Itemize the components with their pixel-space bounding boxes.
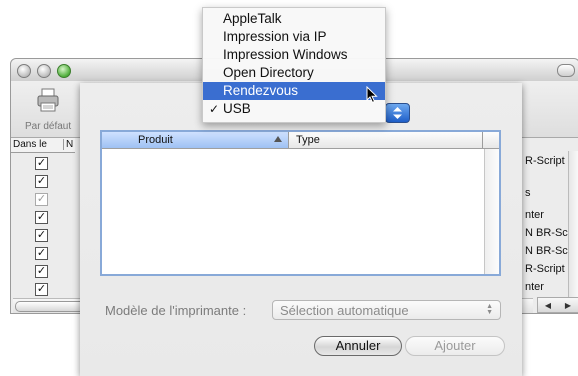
scroll-right-icon[interactable]: ▶ <box>565 301 571 310</box>
printer-icon[interactable] <box>35 87 61 113</box>
menu-item-label: AppleTalk <box>223 11 282 26</box>
in-menu-checkbox[interactable]: ✓ <box>35 229 48 242</box>
default-printer-label: Par défaut <box>25 121 72 132</box>
scroll-arrows[interactable]: ◀ ▶ <box>537 297 578 313</box>
menu-item-label: Impression via IP <box>223 29 327 44</box>
in-menu-checkbox[interactable]: ✓ <box>35 157 48 170</box>
kind-cell: N BR-Scri <box>525 245 574 257</box>
printer-table[interactable]: Produit Type <box>100 130 501 276</box>
sort-ascending-icon <box>274 136 282 142</box>
kind-cell: N BR-Scri <box>525 227 574 239</box>
menu-item-label: Rendezvous <box>223 83 299 98</box>
updown-arrows-icon <box>393 107 402 119</box>
updown-arrows-icon: ▲ ▼ <box>486 303 493 316</box>
toolbar-toggle-button[interactable] <box>557 64 575 77</box>
kind-cell: nter <box>525 281 544 293</box>
minimize-window-button[interactable] <box>37 64 51 78</box>
list-vertical-scrollbar[interactable] <box>568 151 578 297</box>
zoom-window-button[interactable] <box>57 64 71 78</box>
kind-cell: R-Script <box>525 263 565 275</box>
printer-model-label: Modèle de l'imprimante : <box>105 303 247 318</box>
in-menu-checkbox[interactable]: ✓ <box>35 247 48 260</box>
in-menu-checkbox[interactable]: ✓ <box>35 193 48 206</box>
connection-type-popup-arrows[interactable] <box>385 103 410 123</box>
column-header-in-menu[interactable]: Dans le <box>13 139 47 150</box>
column-header-product-label: Produit <box>138 134 173 146</box>
kind-cell: s <box>525 187 531 199</box>
connection-type-menu: AppleTalk Impression via IP Impression W… <box>202 7 386 123</box>
add-button[interactable]: Ajouter <box>405 336 505 356</box>
column-header-name[interactable]: N <box>63 139 73 150</box>
menu-item-ip-printing[interactable]: Impression via IP <box>203 28 385 46</box>
table-vertical-scrollbar[interactable] <box>484 149 499 274</box>
menu-item-open-directory[interactable]: Open Directory <box>203 64 385 82</box>
close-window-button[interactable] <box>17 64 31 78</box>
kind-cell: R-Script <box>525 155 565 167</box>
column-headers[interactable]: Dans le N <box>11 138 75 153</box>
menu-item-label: Impression Windows <box>223 47 348 62</box>
cancel-button[interactable]: Annuler <box>314 336 402 356</box>
menu-item-usb[interactable]: ✓ USB <box>203 100 385 118</box>
add-printer-sheet: Produit Type Modèle de l'imprimante : Sé… <box>80 83 522 376</box>
menu-item-label: Open Directory <box>223 65 314 80</box>
menu-item-rendezvous[interactable]: Rendezvous <box>203 82 385 100</box>
in-menu-checkbox[interactable]: ✓ <box>35 175 48 188</box>
column-header-spacer <box>482 132 499 148</box>
scroll-left-icon[interactable]: ◀ <box>545 301 551 310</box>
printer-model-select[interactable]: Sélection automatique ▲ ▼ <box>272 300 501 320</box>
printer-model-value: Sélection automatique <box>280 303 409 318</box>
in-menu-checkbox[interactable]: ✓ <box>35 265 48 278</box>
column-header-product[interactable]: Produit <box>102 132 289 148</box>
column-header-type[interactable]: Type <box>296 134 320 146</box>
in-menu-checkbox[interactable]: ✓ <box>35 283 48 296</box>
checkmark-icon: ✓ <box>209 102 220 116</box>
menu-item-label: USB <box>223 101 251 116</box>
kind-cell: nter <box>525 209 544 221</box>
table-header: Produit Type <box>102 132 499 149</box>
mouse-pointer-icon <box>366 85 378 109</box>
menu-item-appletalk[interactable]: AppleTalk <box>203 10 385 28</box>
menu-item-windows-printing[interactable]: Impression Windows <box>203 46 385 64</box>
in-menu-checkbox[interactable]: ✓ <box>35 211 48 224</box>
